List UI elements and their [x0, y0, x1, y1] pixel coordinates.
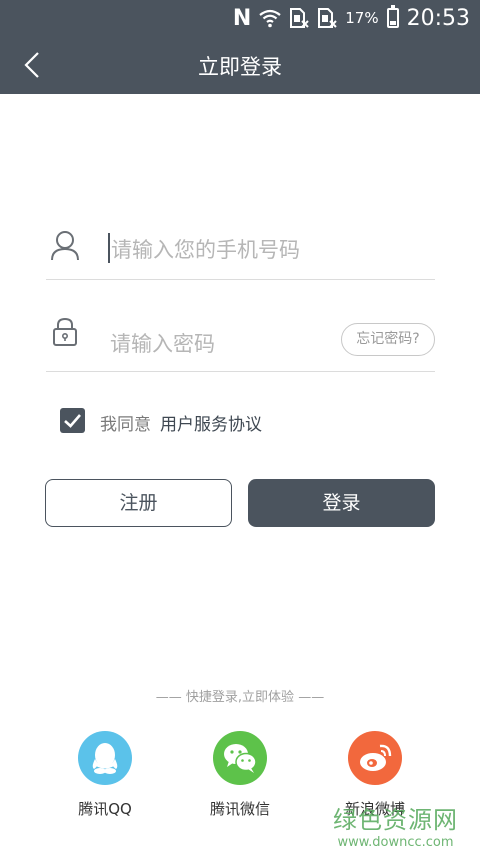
- agree-checkbox[interactable]: [60, 408, 85, 433]
- login-button[interactable]: 登录: [248, 479, 435, 527]
- watermark: 绿色资源网 www.downcc.com: [333, 800, 458, 850]
- register-button[interactable]: 注册: [45, 479, 232, 527]
- qq-login-button[interactable]: [78, 731, 132, 785]
- agree-label: 我同意: [100, 415, 151, 435]
- forgot-password-button[interactable]: 忘记密码?: [341, 323, 435, 356]
- status-bar: N 17% 20:53: [0, 0, 480, 36]
- quick-login-caption: —— 快捷登录,立即体验 ——: [155, 690, 325, 705]
- wechat-icon: [224, 744, 257, 773]
- lock-icon: [53, 317, 77, 346]
- qq-penguin-icon: [92, 743, 118, 774]
- qq-login-label: 腾讯QQ: [78, 800, 132, 818]
- text-cursor: [108, 233, 110, 263]
- page-title: 立即登录: [198, 55, 282, 79]
- status-icons: N 17% 20:53: [233, 4, 470, 32]
- checkmark-icon: [64, 414, 81, 428]
- nav-bar: 立即登录: [0, 36, 480, 94]
- nfc-icon: N: [232, 5, 252, 31]
- phone-underline: [46, 279, 435, 280]
- password-input[interactable]: 请输入密码: [110, 328, 215, 358]
- clock: 20:53: [406, 5, 470, 31]
- wechat-login-button[interactable]: [213, 731, 267, 785]
- sim-1-icon: [290, 8, 309, 28]
- watermark-url: www.downcc.com: [337, 835, 454, 850]
- wifi-icon: [259, 9, 281, 28]
- watermark-name: 绿色资源网: [333, 806, 458, 834]
- wechat-login-label: 腾讯微信: [209, 800, 270, 818]
- password-underline: [46, 371, 435, 372]
- weibo-login-button[interactable]: [348, 731, 402, 785]
- weibo-icon: [360, 744, 392, 771]
- user-agreement-link[interactable]: 用户服务协议: [160, 410, 262, 435]
- battery-percent: 17%: [345, 9, 379, 27]
- sim-2-icon: [318, 8, 337, 28]
- user-icon: [51, 231, 79, 261]
- phone-input[interactable]: 请输入您的手机号码: [111, 234, 300, 264]
- battery-icon: [386, 5, 399, 28]
